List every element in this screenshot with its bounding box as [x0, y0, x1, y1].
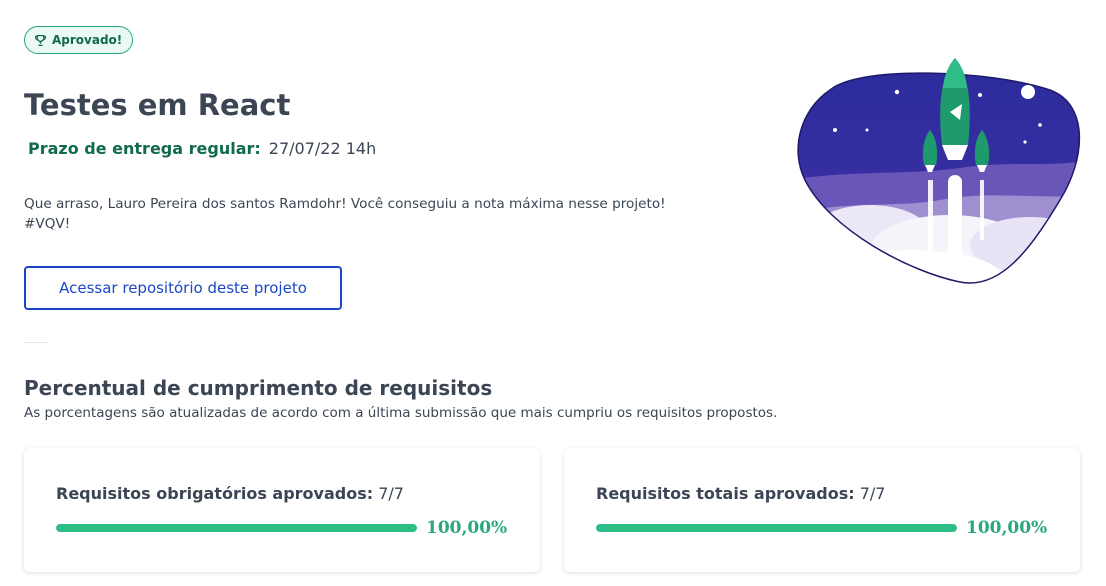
progress-percent: 100,00% — [426, 518, 508, 538]
trophy-icon — [35, 34, 46, 46]
deadline-value: 27/07/22 14h — [268, 139, 377, 158]
page-title: Testes em React — [24, 88, 291, 122]
card-label-text: Requisitos obrigatórios aprovados: — [56, 484, 374, 503]
congrats-message-line1: Que arraso, Lauro Pereira dos santos Ram… — [24, 196, 666, 212]
card-label-text: Requisitos totais aprovados: — [596, 484, 855, 503]
total-requirements-card: Requisitos totais aprovados: 7/7 100,00% — [564, 448, 1080, 572]
requirements-subtitle: As porcentagens são atualizadas de acord… — [24, 405, 778, 421]
progress-bar — [56, 524, 417, 532]
deadline-label: Prazo de entrega regular: — [28, 139, 261, 158]
progress-percent: 100,00% — [966, 518, 1048, 538]
repository-button[interactable]: Acessar repositório deste projeto — [24, 266, 342, 310]
divider — [24, 342, 48, 343]
card-label: Requisitos totais aprovados: 7/7 — [596, 484, 885, 503]
progress-fill — [596, 524, 957, 532]
mandatory-requirements-card: Requisitos obrigatórios aprovados: 7/7 1… — [24, 448, 540, 572]
rocket-illustration — [797, 58, 1081, 284]
card-count: 7/7 — [378, 484, 404, 503]
progress-fill — [56, 524, 417, 532]
card-count: 7/7 — [859, 484, 886, 503]
card-label: Requisitos obrigatórios aprovados: 7/7 — [56, 484, 404, 503]
congrats-message: Que arraso, Lauro Pereira dos santos Ram… — [24, 194, 714, 234]
requirements-title: Percentual de cumprimento de requisitos — [24, 376, 493, 400]
badge-label: Aprovado! — [52, 33, 123, 47]
approved-badge: Aprovado! — [24, 26, 134, 54]
congrats-message-line2: #VQV! — [24, 216, 71, 232]
progress-bar — [596, 524, 957, 532]
deadline: Prazo de entrega regular: 27/07/22 14h — [28, 139, 376, 158]
